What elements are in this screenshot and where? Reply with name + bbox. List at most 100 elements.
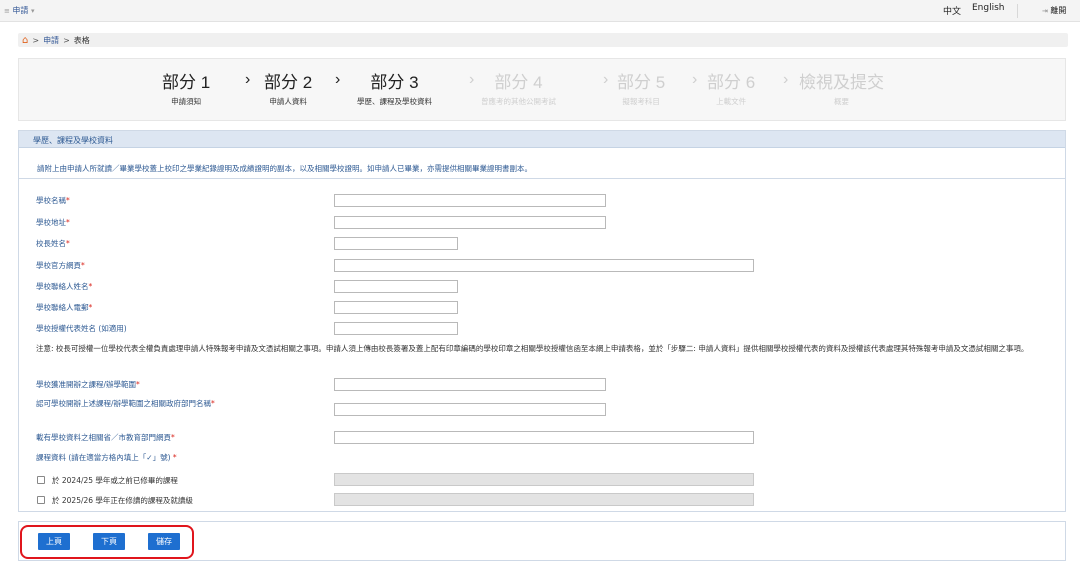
- logout-icon: ⇥: [1042, 7, 1048, 15]
- step-subtitle: 上載文件: [716, 97, 747, 106]
- school-name-label: 學校名稱*: [36, 196, 70, 206]
- lang-english-link[interactable]: English: [972, 3, 1005, 13]
- home-icon[interactable]: ⌂: [22, 35, 28, 46]
- course-current-input: [334, 493, 754, 506]
- authorization-note: 注意: 校長可授權一位學校代表全權負責處理申請人特殊報考申請及文憑試相關之事項。…: [36, 344, 1029, 353]
- contact-email-input[interactable]: [334, 301, 458, 314]
- course-completed-input: [334, 473, 754, 486]
- field-label-text: 學校聯絡人姓名: [36, 282, 89, 291]
- required-marker: *: [211, 399, 215, 408]
- school-address-label: 學校地址*: [36, 218, 70, 228]
- step-3: 部分 3 學歷、課程及學校資料: [357, 68, 432, 107]
- step-review: 檢視及提交 概要: [799, 68, 884, 107]
- breadcrumb-bar: [18, 33, 1068, 47]
- field-label-text: 學校獲准開辦之課程/辦學範圍: [36, 380, 137, 389]
- step-title: 部分 2: [264, 73, 313, 92]
- top-bar: ≡ 申請 ▾ 中文 English ⇥ 離開: [0, 0, 1080, 22]
- chevron-down-icon: ▾: [30, 7, 35, 15]
- logout-label: 離開: [1050, 6, 1067, 15]
- field-label-text: 學校授權代表姓名 (如適用): [36, 324, 127, 333]
- required-marker: *: [66, 196, 70, 205]
- education-bureau-url-input[interactable]: [334, 431, 754, 444]
- step-title: 部分 4: [494, 73, 543, 92]
- course-completed-label: 於 2024/25 學年或之前已修畢的課程: [52, 476, 178, 485]
- field-label-text: 校長姓名: [36, 239, 66, 248]
- contact-name-input[interactable]: [334, 280, 458, 293]
- education-bureau-url-label: 載有學校資料之相關省／市教育部門網頁*: [36, 433, 175, 443]
- field-label-text: 載有學校資料之相關省／市教育部門網頁: [36, 433, 171, 442]
- school-address-input[interactable]: [334, 216, 606, 229]
- school-name-input[interactable]: [334, 194, 606, 207]
- field-label-text: 認可學校開辦上述課程/辦學範圍之相關政府部門名稱: [36, 399, 212, 408]
- course-current-checkbox[interactable]: [37, 496, 45, 504]
- apply-menu-label: 申請: [12, 6, 29, 15]
- divider: [19, 178, 1065, 179]
- breadcrumb-separator: >: [32, 36, 40, 45]
- required-marker: *: [88, 303, 93, 312]
- course-completed-checkbox[interactable]: [37, 476, 45, 484]
- approved-courses-label: 學校獲准開辦之課程/辦學範圍*: [36, 380, 140, 390]
- step-arrow-icon: ›: [603, 71, 609, 88]
- field-label-text: 學校名稱: [36, 196, 66, 205]
- next-page-button[interactable]: 下頁: [93, 533, 125, 550]
- course-info-label: 課程資料 (請在適當方格內填上「✓」號) *: [36, 453, 177, 463]
- required-marker: *: [170, 453, 177, 462]
- authorized-rep-input[interactable]: [334, 322, 458, 335]
- required-marker: *: [136, 380, 140, 389]
- authorized-rep-label: 學校授權代表姓名 (如適用): [36, 324, 127, 334]
- step-1[interactable]: 部分 1 申請須知: [162, 68, 210, 107]
- step-5: 部分 5 擬報考科目: [617, 68, 665, 107]
- contact-email-label: 學校聯絡人電郵*: [36, 303, 92, 313]
- required-marker: *: [81, 261, 85, 270]
- progress-steps: 部分 1 申請須知 › 部分 2 申請人資料 › 部分 3 學歷、課程及學校資料…: [18, 58, 1066, 121]
- step-title: 部分 3: [370, 73, 419, 92]
- required-marker: *: [88, 282, 93, 291]
- required-marker: *: [66, 218, 70, 227]
- prev-page-button[interactable]: 上頁: [38, 533, 70, 550]
- breadcrumb: ⌂ > 申請 > 表格: [22, 35, 90, 46]
- step-subtitle: 概要: [834, 97, 849, 106]
- breadcrumb-separator: >: [63, 36, 70, 45]
- save-button[interactable]: 儲存: [148, 533, 180, 550]
- step-subtitle: 申請須知: [171, 97, 202, 106]
- topbar-divider: [1017, 4, 1018, 18]
- step-4: 部分 4 曾應考的其他公開考試: [481, 68, 556, 107]
- school-info-panel: 學歷、課程及學校資料 請附上由申請人所就讀／畢業學校蓋上校印之學業紀錄證明及成績…: [18, 130, 1066, 512]
- step-title: 部分 5: [617, 73, 666, 92]
- step-arrow-icon: ›: [692, 71, 698, 88]
- step-title: 部分 1: [162, 73, 211, 92]
- required-marker: *: [171, 433, 175, 442]
- school-website-label: 學校官方網頁*: [36, 261, 85, 271]
- step-subtitle: 學歷、課程及學校資料: [357, 97, 432, 106]
- lang-chinese-link[interactable]: 中文: [943, 4, 961, 17]
- step-subtitle: 擬報考科目: [622, 97, 660, 106]
- gov-department-input[interactable]: [334, 403, 606, 416]
- step-arrow-icon: ›: [469, 71, 475, 88]
- step-subtitle: 曾應考的其他公開考試: [481, 97, 556, 106]
- principal-name-label: 校長姓名*: [36, 239, 70, 249]
- course-info-text: 課程資料 (請在適當方格內填上「✓」號): [36, 453, 171, 462]
- principal-name-input[interactable]: [334, 237, 458, 250]
- breadcrumb-current: 表格: [73, 36, 90, 45]
- gov-department-label: 認可學校開辦上述課程/辦學範圍之相關政府部門名稱*: [36, 399, 251, 409]
- breadcrumb-apply-link[interactable]: 申請: [43, 35, 59, 46]
- field-label-text: 學校官方網頁: [36, 261, 81, 270]
- step-2[interactable]: 部分 2 申請人資料: [264, 68, 312, 107]
- field-label-text: 學校聯絡人電郵: [36, 303, 89, 312]
- menu-toggle-icon: ≡: [4, 7, 10, 15]
- approved-courses-input[interactable]: [334, 378, 606, 391]
- contact-name-label: 學校聯絡人姓名*: [36, 282, 92, 292]
- school-website-input[interactable]: [334, 259, 754, 272]
- required-marker: *: [66, 239, 70, 248]
- course-current-label: 於 2025/26 學年正在修讀的課程及就讀級: [52, 496, 193, 505]
- step-arrow-icon: ›: [245, 71, 251, 88]
- logout-link[interactable]: ⇥ 離開: [1042, 5, 1066, 16]
- step-subtitle: 申請人資料: [269, 97, 307, 106]
- step-title: 部分 6: [707, 73, 756, 92]
- panel-notice: 請附上由申請人所就讀／畢業學校蓋上校印之學業紀錄證明及成績證明的副本，以及相關學…: [37, 164, 532, 173]
- step-arrow-icon: ›: [783, 71, 789, 88]
- field-label-text: 學校地址: [36, 218, 66, 227]
- apply-menu[interactable]: ≡ 申請 ▾: [4, 5, 34, 16]
- step-6: 部分 6 上載文件: [707, 68, 755, 107]
- panel-title: 學歷、課程及學校資料: [19, 131, 1065, 148]
